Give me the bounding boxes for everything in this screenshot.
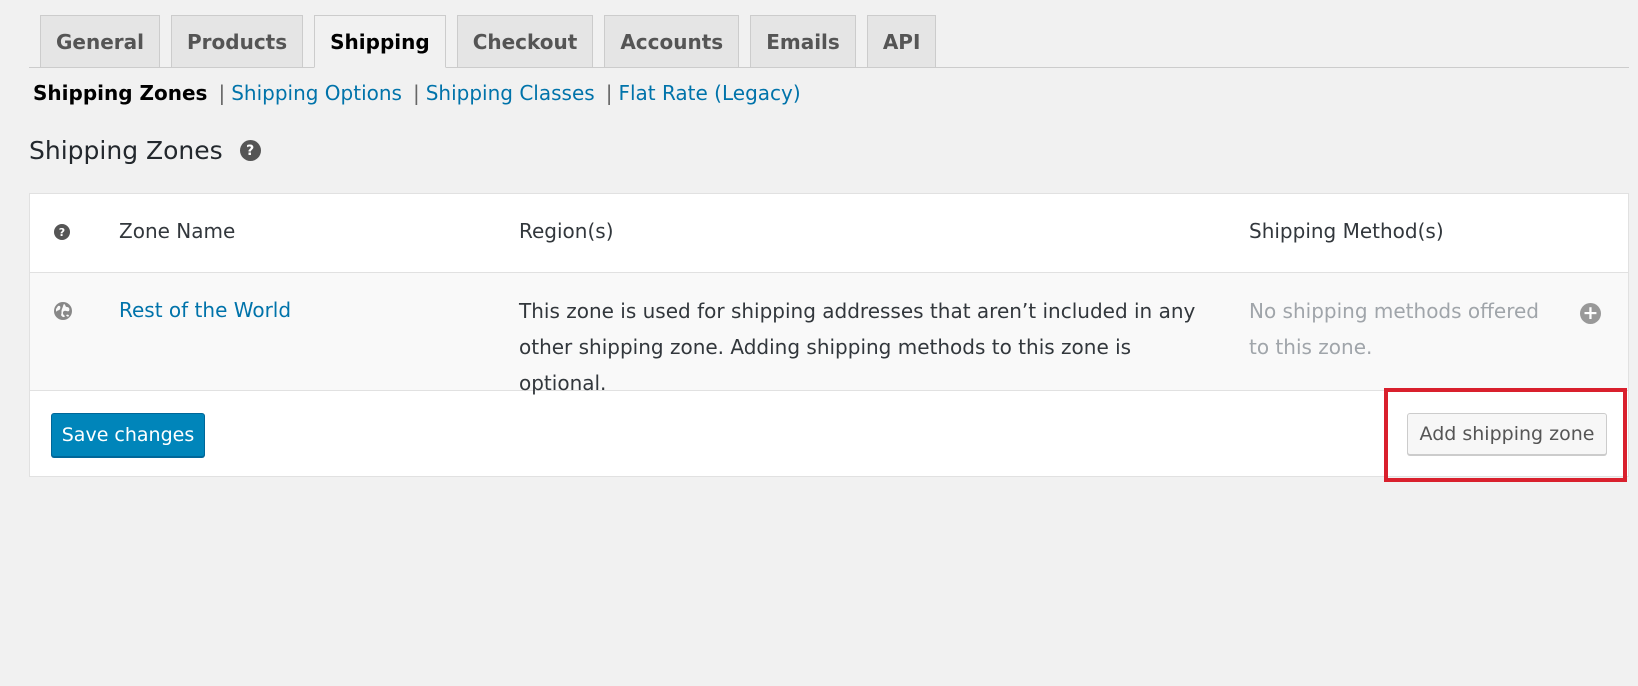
- save-changes-button[interactable]: Save changes: [51, 413, 205, 457]
- region-line: other shipping zone. Adding shipping met…: [519, 335, 1132, 395]
- tab-emails[interactable]: Emails: [750, 15, 856, 67]
- settings-tabs: General Products Shipping Checkout Accou…: [29, 15, 1629, 68]
- zone-shipping-methods: No shipping methods offered to this zone…: [1249, 293, 1549, 365]
- subnav-shipping-classes[interactable]: Shipping Classes: [426, 81, 595, 105]
- tab-checkout[interactable]: Checkout: [456, 15, 594, 67]
- table-footer: Save changes Add shipping zone: [30, 392, 1628, 477]
- tab-shipping[interactable]: Shipping: [314, 15, 446, 68]
- subnav-shipping-options[interactable]: Shipping Options: [231, 81, 402, 105]
- subnav-separator: |: [412, 81, 420, 105]
- page-heading: Shipping Zones ?: [29, 136, 261, 165]
- tab-api[interactable]: API: [866, 15, 937, 67]
- help-icon[interactable]: ?: [239, 140, 261, 161]
- zone-name-link[interactable]: Rest of the World: [119, 298, 291, 322]
- shipping-subnav: Shipping Zones | Shipping Options | Ship…: [33, 81, 801, 105]
- tab-general[interactable]: General: [40, 15, 160, 67]
- table-row: Rest of the World This zone is used for …: [30, 273, 1628, 395]
- header-help-icon[interactable]: ?: [54, 224, 70, 240]
- subnav-shipping-zones[interactable]: Shipping Zones: [33, 81, 207, 105]
- shipping-settings-page: General Products Shipping Checkout Accou…: [0, 0, 1638, 686]
- add-method-plus-icon[interactable]: +: [1580, 303, 1601, 324]
- shipping-zones-table: ? Zone Name Region(s) Shipping Method(s)…: [29, 193, 1629, 477]
- subnav-flat-rate-legacy[interactable]: Flat Rate (Legacy): [618, 81, 800, 105]
- methods-line: No shipping methods offered: [1249, 299, 1539, 323]
- subnav-separator: |: [605, 81, 613, 105]
- region-line: This zone is used for shipping addresses…: [519, 299, 1196, 323]
- table-header: ? Zone Name Region(s) Shipping Method(s): [30, 194, 1628, 273]
- add-shipping-zone-button[interactable]: Add shipping zone: [1407, 413, 1607, 455]
- column-header-zone-name: Zone Name: [119, 219, 236, 243]
- tab-products[interactable]: Products: [171, 15, 304, 67]
- column-header-regions: Region(s): [519, 219, 614, 243]
- page-title: Shipping Zones: [29, 136, 223, 165]
- subnav-separator: |: [218, 81, 226, 105]
- globe-icon: [53, 301, 73, 326]
- methods-line: to this zone.: [1249, 335, 1373, 359]
- column-header-shipping-methods: Shipping Method(s): [1249, 219, 1444, 243]
- tab-accounts[interactable]: Accounts: [604, 15, 740, 67]
- zone-region-description: This zone is used for shipping addresses…: [519, 293, 1219, 401]
